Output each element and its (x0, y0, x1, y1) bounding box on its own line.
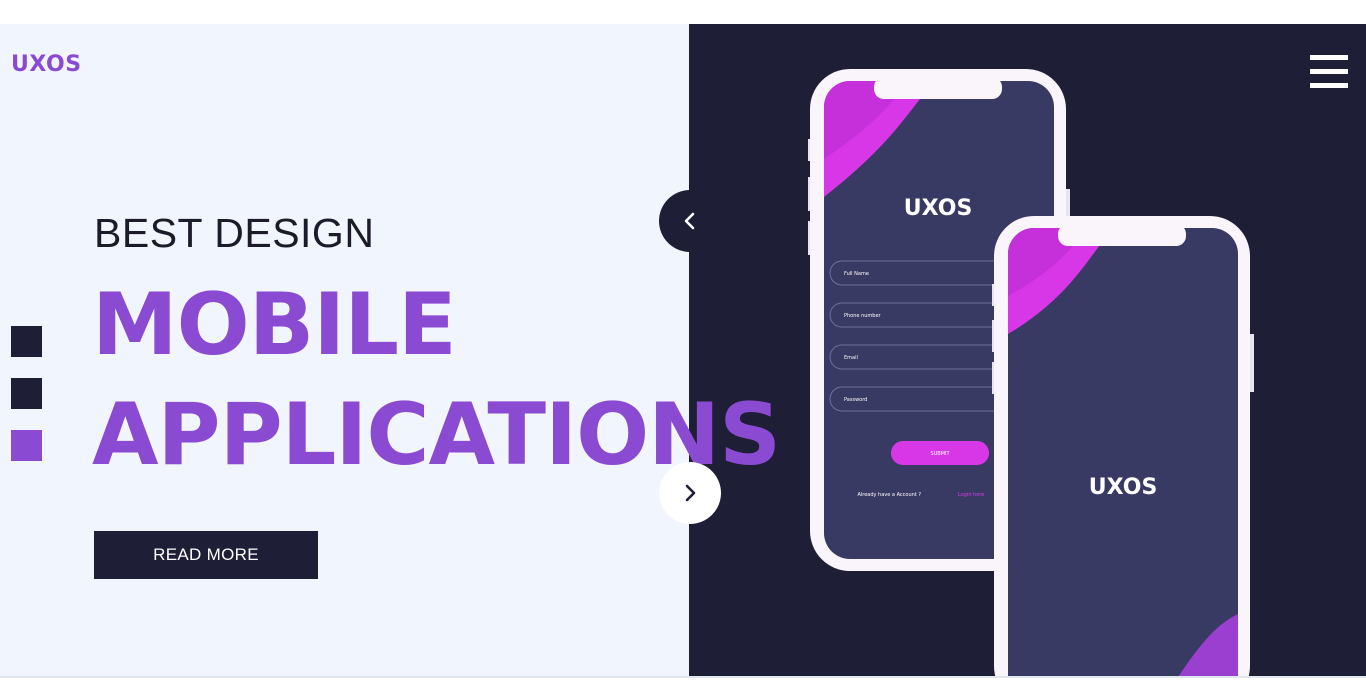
slider-prev-button[interactable] (659, 190, 721, 252)
slider-dot-3-active[interactable] (11, 430, 42, 461)
slider-dot-2[interactable] (11, 378, 42, 409)
read-more-button[interactable]: READ MORE (94, 531, 318, 579)
chevron-left-icon (684, 212, 695, 230)
phone-splash-logo: UXOS (1089, 475, 1158, 500)
hamburger-menu-icon[interactable] (1310, 55, 1348, 89)
phone-mockup-splash: UXOS (992, 216, 1254, 676)
page-bottom-divider (0, 676, 1366, 678)
phone-form-logo: UXOS (904, 196, 973, 221)
phone-field-password: Password (844, 397, 867, 403)
phone-account-prompt: Already have a Account ? (857, 492, 921, 498)
brand-logo[interactable]: UXOS (11, 52, 82, 77)
hero-slider: UXOS BEST DESIGN MOBILE UXOS Full Name P… (0, 24, 1366, 676)
phone-field-phone: Phone number (844, 313, 882, 319)
phone-field-email: Email (844, 355, 858, 361)
slider-next-button[interactable] (659, 462, 721, 524)
phone-submit-label: SUBMIT (930, 451, 950, 457)
phone-field-full-name: Full Name (844, 271, 869, 277)
chevron-right-icon (685, 484, 696, 502)
hero-subtitle: BEST DESIGN (94, 210, 375, 256)
hero-title-line1: MOBILE (92, 275, 457, 375)
slider-dot-1[interactable] (11, 326, 42, 357)
phone-login-link: Login here (958, 492, 984, 498)
